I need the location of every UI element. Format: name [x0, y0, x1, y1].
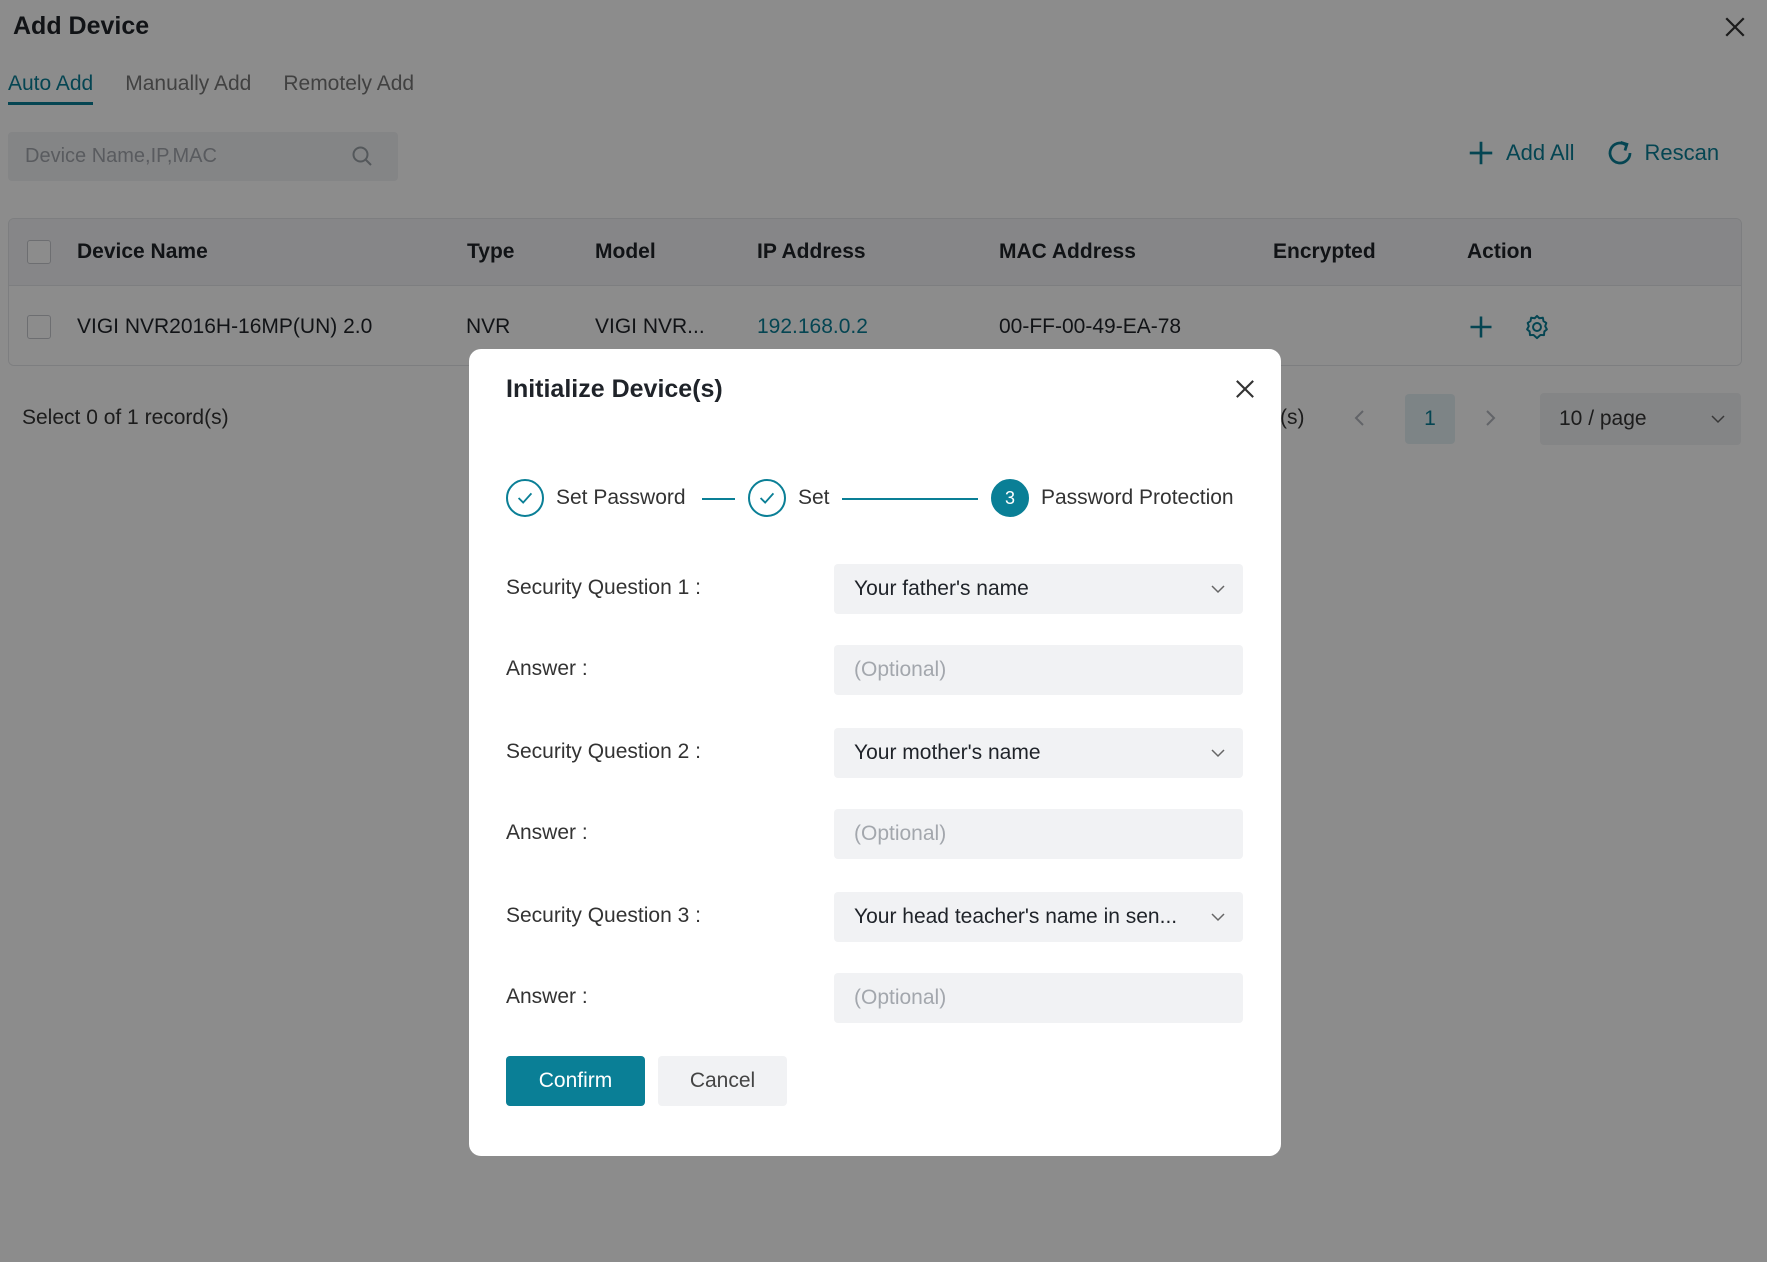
answer-1-label: Answer : [506, 657, 588, 680]
step-label: Set [798, 486, 830, 509]
stepper: Set Password Set 3 Password Protection [506, 479, 1246, 519]
step-password-protection: 3 Password Protection [991, 479, 1234, 517]
chevron-down-icon [1211, 749, 1225, 758]
dialog-title: Initialize Device(s) [506, 375, 723, 403]
check-icon [506, 479, 544, 517]
confirm-button[interactable]: Confirm [506, 1056, 645, 1106]
step-number-badge: 3 [991, 479, 1029, 517]
answer-2-label: Answer : [506, 821, 588, 844]
step-label: Password Protection [1041, 486, 1234, 509]
security-question-2-label: Security Question 2 : [506, 740, 701, 763]
security-question-1-label: Security Question 1 : [506, 576, 701, 599]
answer-3-field [834, 973, 1243, 1023]
chevron-down-icon [1211, 585, 1225, 594]
answer-2-input[interactable] [834, 809, 1243, 859]
security-question-2-value: Your mother's name [854, 741, 1041, 764]
security-question-3-select[interactable]: Your head teacher's name in sen... [834, 892, 1243, 942]
step-connector [842, 498, 978, 500]
step-label: Set Password [556, 486, 686, 509]
security-question-3-value: Your head teacher's name in sen... [854, 905, 1178, 928]
answer-2-field [834, 809, 1243, 859]
step-set: Set [748, 479, 830, 517]
security-question-2-select[interactable]: Your mother's name [834, 728, 1243, 778]
answer-3-label: Answer : [506, 985, 588, 1008]
step-set-password: Set Password [506, 479, 686, 517]
step-connector [702, 498, 735, 500]
answer-1-input[interactable] [834, 645, 1243, 695]
answer-3-input[interactable] [834, 973, 1243, 1023]
chevron-down-icon [1211, 913, 1225, 922]
security-question-1-value: Your father's name [854, 577, 1029, 600]
initialize-device-dialog: Initialize Device(s) Set Password Set 3 … [469, 349, 1281, 1156]
security-question-1-select[interactable]: Your father's name [834, 564, 1243, 614]
answer-1-field [834, 645, 1243, 695]
cancel-button[interactable]: Cancel [658, 1056, 787, 1106]
close-icon[interactable] [1231, 375, 1259, 403]
check-icon [748, 479, 786, 517]
security-question-3-label: Security Question 3 : [506, 904, 701, 927]
